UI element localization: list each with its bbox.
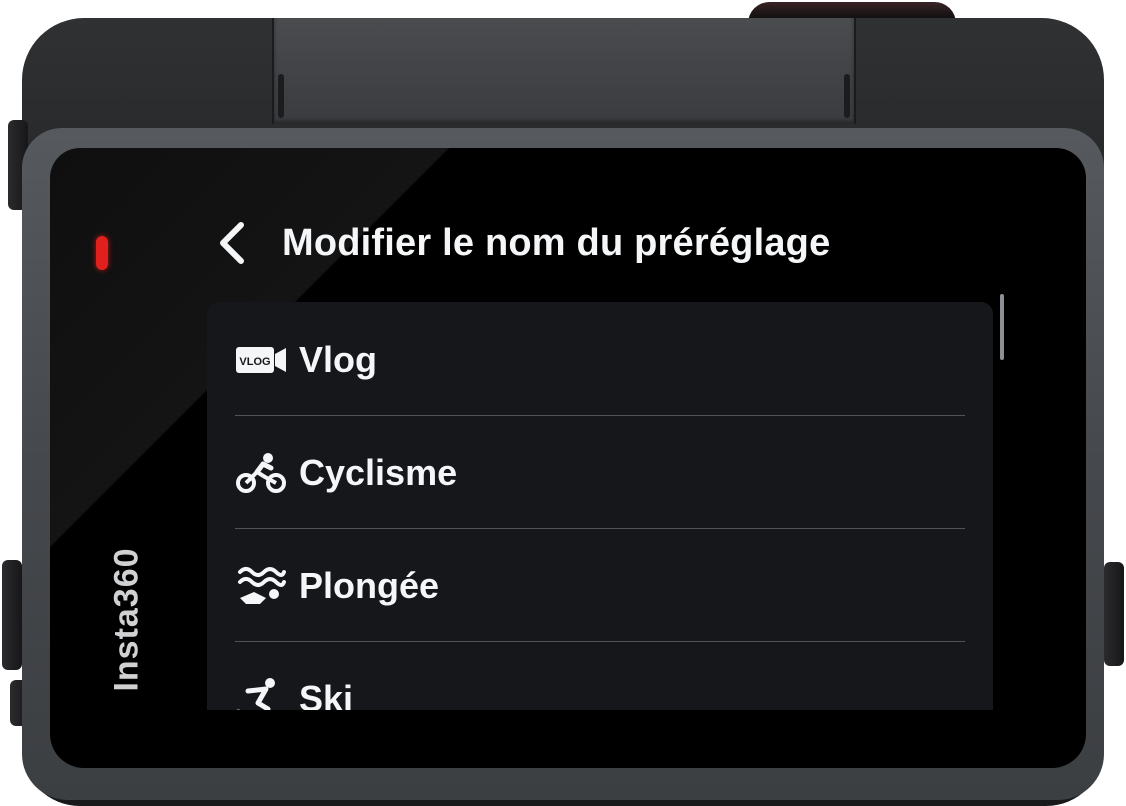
brand-logo: Insta360 — [92, 538, 162, 700]
cycling-icon — [235, 450, 287, 496]
preset-label: Cyclisme — [299, 452, 458, 493]
vlog-icon-text: VLOG — [239, 356, 270, 368]
page-title: Modifier le nom du préréglage — [282, 221, 831, 264]
preset-item-ski[interactable]: Ski — [235, 643, 965, 710]
diving-icon — [235, 563, 287, 609]
camera-device: Insta360 Modifier le nom du préréglage V… — [0, 0, 1126, 806]
preset-item-plongee[interactable]: Plongée — [235, 530, 965, 642]
top-panel — [272, 18, 856, 124]
preset-label: Vlog — [299, 339, 377, 380]
preset-item-cyclisme[interactable]: Cyclisme — [235, 417, 965, 529]
vlog-camera-icon: VLOG — [235, 337, 287, 383]
brand-text: Insta360 — [107, 546, 146, 692]
scrollbar[interactable] — [1000, 294, 1004, 360]
right-side-button[interactable] — [1104, 562, 1124, 666]
skiing-icon — [235, 676, 287, 710]
divider — [235, 415, 965, 416]
preset-list: VLOG Vlog Cyclisme Plongée Ski — [207, 302, 993, 710]
panel-notch — [278, 74, 284, 118]
panel-notch — [844, 74, 850, 118]
preset-label: Plongée — [299, 565, 440, 606]
screen-header: Modifier le nom du préréglage — [212, 212, 1002, 274]
divider — [235, 641, 965, 642]
preset-label: Ski — [299, 678, 354, 710]
divider — [235, 528, 965, 529]
preset-item-vlog[interactable]: VLOG Vlog — [235, 304, 965, 416]
record-indicator-led — [96, 236, 108, 270]
chevron-left-icon — [220, 222, 244, 264]
left-side-button[interactable] — [2, 560, 22, 670]
back-button[interactable] — [212, 218, 252, 268]
